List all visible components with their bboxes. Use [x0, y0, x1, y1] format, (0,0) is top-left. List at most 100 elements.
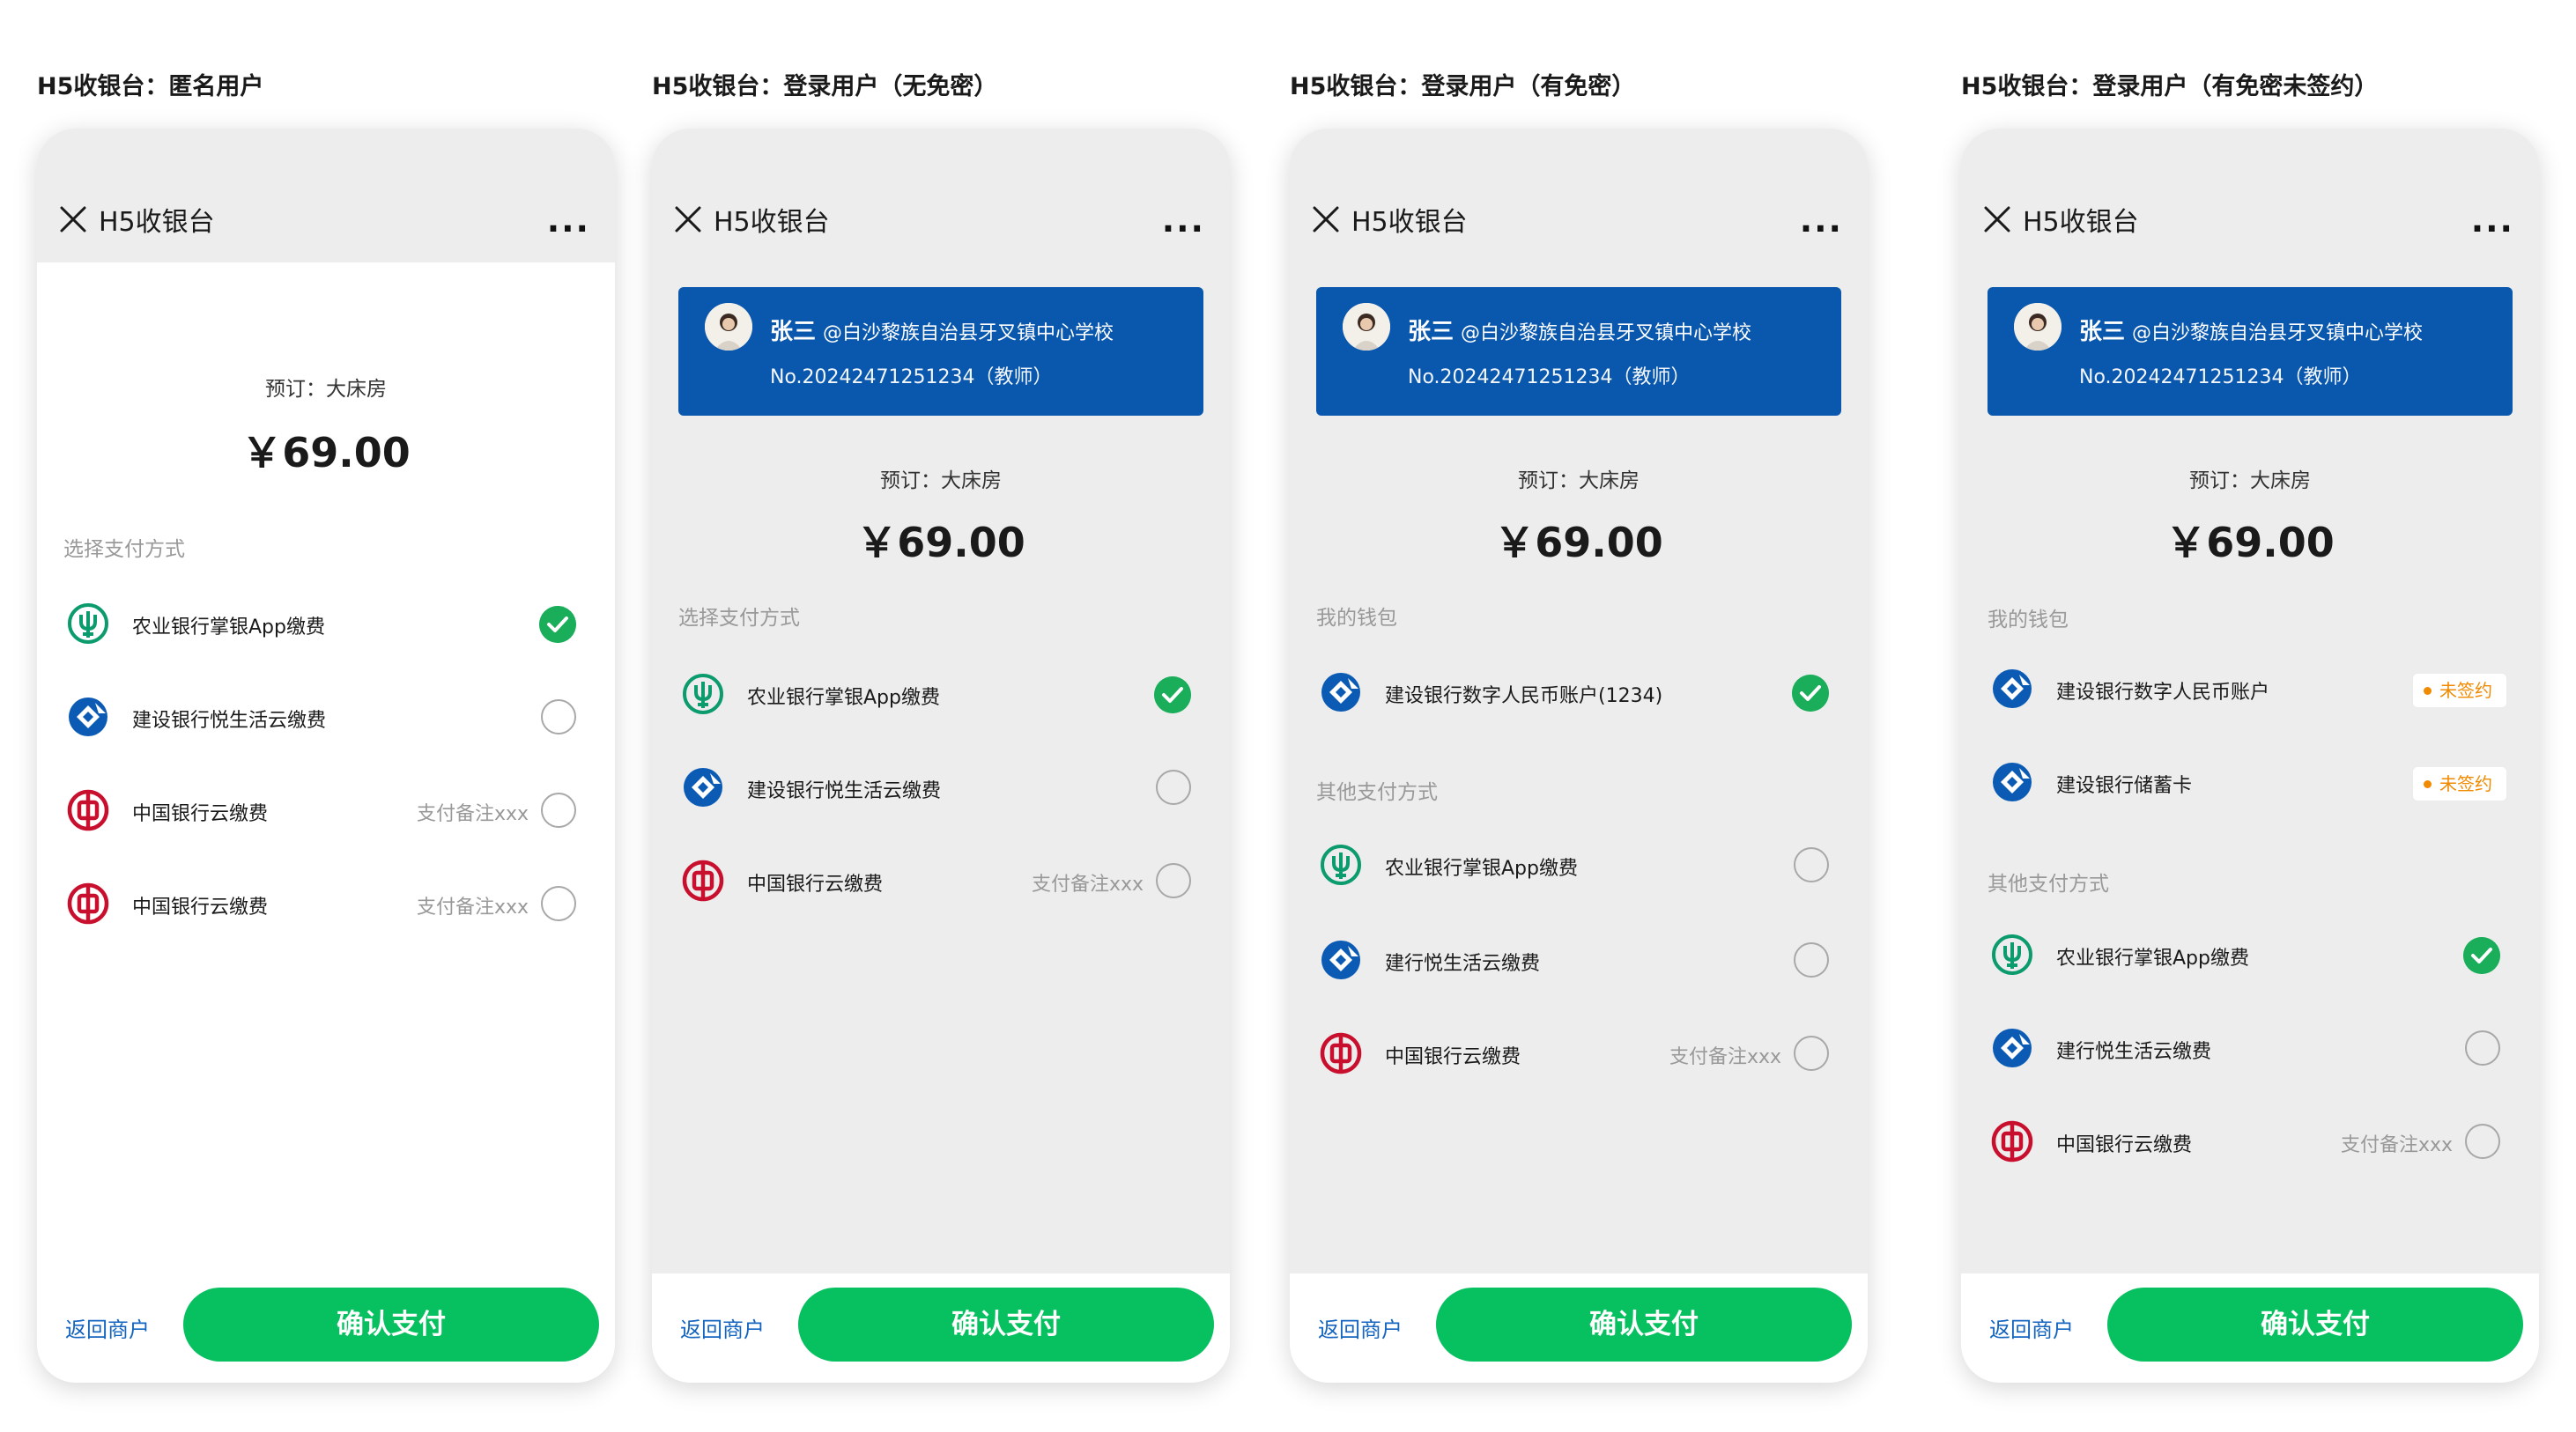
- avatar: [2014, 303, 2062, 351]
- ccb-bank-icon: [1993, 1029, 2032, 1067]
- radio-button[interactable]: [541, 793, 576, 828]
- nav-title: H5收银台: [1351, 207, 1468, 238]
- payment-method-row[interactable]: 建设银行悦生活云缴费: [37, 682, 615, 752]
- payment-method-row[interactable]: 农业银行掌银App缴费: [652, 659, 1230, 729]
- nav-bar: H5收银台 ...: [652, 129, 1230, 262]
- ccb-bank-icon: [1321, 941, 1360, 979]
- radio-button[interactable]: [2465, 1030, 2500, 1066]
- ccb-bank-icon: [684, 768, 722, 807]
- check-icon[interactable]: [2463, 937, 2500, 974]
- method-label: 中国银行云缴费: [1385, 1046, 1521, 1068]
- boc-bank-icon: [1320, 1032, 1362, 1074]
- confirm-pay-button[interactable]: 确认支付: [2107, 1288, 2523, 1362]
- method-label: 中国银行云缴费: [132, 897, 269, 919]
- payment-method-row[interactable]: 建行悦生活云缴费: [1290, 925, 1868, 995]
- abc-bank-icon: [683, 674, 723, 714]
- user-card: 张三 @白沙黎族自治县牙叉镇中心学校 No.20242471251234（教师）: [1988, 287, 2513, 416]
- user-school: @白沙黎族自治县牙叉镇中心学校: [1461, 322, 1752, 344]
- wallet-row[interactable]: 建设银行数字人民币账户 未签约: [1961, 653, 2539, 724]
- boc-bank-icon: [682, 860, 724, 902]
- user-number: No.20242471251234（教师）: [2079, 366, 2362, 388]
- back-to-merchant-link[interactable]: 返回商户: [680, 1312, 765, 1343]
- order-label: 预订：大床房: [1518, 469, 1640, 492]
- section-label-other: 其他支付方式: [1988, 873, 2109, 896]
- payment-method-row[interactable]: 中国银行云缴费 支付备注xxx: [1290, 1018, 1868, 1089]
- radio-button[interactable]: [541, 699, 576, 734]
- radio-button[interactable]: [1156, 770, 1191, 805]
- close-icon[interactable]: [673, 204, 703, 234]
- bottom-bar: 返回商户 确认支付: [1961, 1273, 2539, 1383]
- panel-title: H5收银台：匿名用户: [37, 73, 264, 100]
- pay-note: 支付备注xxx: [2340, 1134, 2453, 1156]
- bottom-bar: 返回商户 确认支付: [652, 1273, 1230, 1383]
- back-to-merchant-link[interactable]: 返回商户: [65, 1312, 150, 1343]
- radio-button[interactable]: [1794, 942, 1829, 978]
- more-icon[interactable]: ...: [2471, 203, 2514, 237]
- confirm-pay-button[interactable]: 确认支付: [798, 1288, 1214, 1362]
- payment-method-row[interactable]: 农业银行掌银App缴费: [37, 588, 615, 659]
- user-number: No.20242471251234（教师）: [1408, 366, 1691, 388]
- more-icon[interactable]: ...: [547, 203, 590, 237]
- nav-bar: H5收银台 ...: [1290, 129, 1868, 262]
- more-icon[interactable]: ...: [1162, 203, 1205, 237]
- close-icon[interactable]: [58, 204, 88, 234]
- panel-logged-in-password-free: H5收银台：登录用户（有免密） H5收银台 ... 张三 @白沙黎族自治县牙叉镇…: [1290, 0, 1868, 1432]
- payment-method-row[interactable]: 农业银行掌银App缴费: [1961, 919, 2539, 990]
- radio-button[interactable]: [541, 886, 576, 921]
- unsigned-badge[interactable]: 未签约: [2412, 673, 2507, 708]
- amount: ￥69.00: [1494, 519, 1663, 566]
- payment-method-row[interactable]: 农业银行掌银App缴费: [1290, 830, 1868, 900]
- payment-method-row[interactable]: 中国银行云缴费 支付备注xxx: [37, 775, 615, 845]
- unsigned-badge[interactable]: 未签约: [2412, 766, 2507, 801]
- wallet-row[interactable]: 建设银行储蓄卡 未签约: [1961, 747, 2539, 817]
- section-label: 选择支付方式: [63, 538, 185, 561]
- phone-frame: H5收银台 ... 预订：大床房 ￥69.00 选择支付方式 农业银行掌银App…: [37, 129, 615, 1383]
- abc-bank-icon: [1992, 934, 2032, 975]
- page-content: 张三 @白沙黎族自治县牙叉镇中心学校 No.20242471251234（教师）…: [1290, 262, 1868, 1273]
- check-icon[interactable]: [1154, 676, 1191, 713]
- radio-button[interactable]: [1156, 863, 1191, 898]
- payment-method-row[interactable]: 中国银行云缴费 支付备注xxx: [1961, 1106, 2539, 1177]
- payment-method-row[interactable]: 建行悦生活云缴费: [1961, 1013, 2539, 1083]
- panel-title: H5收银台：登录用户（有免密）: [1290, 73, 1636, 100]
- method-label: 建设银行悦生活云缴费: [132, 710, 327, 732]
- method-label: 建设银行悦生活云缴费: [747, 780, 942, 802]
- back-to-merchant-link[interactable]: 返回商户: [1318, 1312, 1403, 1343]
- pay-note: 支付备注xxx: [1669, 1046, 1781, 1068]
- confirm-pay-button[interactable]: 确认支付: [1436, 1288, 1852, 1362]
- user-card: 张三 @白沙黎族自治县牙叉镇中心学校 No.20242471251234（教师）: [1316, 287, 1841, 416]
- check-icon[interactable]: [1792, 675, 1829, 712]
- section-label-other: 其他支付方式: [1316, 781, 1438, 804]
- user-number: No.20242471251234（教师）: [770, 366, 1053, 388]
- panel-anonymous: H5收银台：匿名用户 H5收银台 ... 预订：大床房 ￥69.00 选择支付方…: [37, 0, 615, 1432]
- panel-title: H5收银台：登录用户（无免密）: [652, 73, 998, 100]
- payment-method-row[interactable]: 中国银行云缴费 支付备注xxx: [37, 868, 615, 939]
- radio-button[interactable]: [1794, 1036, 1829, 1071]
- wallet-row[interactable]: 建设银行数字人民币账户(1234): [1290, 657, 1868, 727]
- phone-frame: H5收银台 ... 张三 @白沙黎族自治县牙叉镇中心学校 No.20242471…: [1961, 129, 2539, 1383]
- payment-method-row[interactable]: 建设银行悦生活云缴费: [652, 752, 1230, 823]
- method-label: 农业银行掌银App缴费: [132, 616, 325, 638]
- user-card: 张三 @白沙黎族自治县牙叉镇中心学校 No.20242471251234（教师）: [678, 287, 1203, 416]
- confirm-pay-button[interactable]: 确认支付: [183, 1288, 599, 1362]
- nav-bar: H5收银台 ...: [37, 129, 615, 262]
- method-label: 农业银行掌银App缴费: [1385, 858, 1578, 880]
- user-school: @白沙黎族自治县牙叉镇中心学校: [823, 322, 1114, 344]
- pay-note: 支付备注xxx: [416, 897, 529, 919]
- close-icon[interactable]: [1982, 204, 2012, 234]
- ccb-bank-icon: [1993, 669, 2032, 708]
- bottom-bar: 返回商户 确认支付: [1290, 1273, 1868, 1383]
- close-icon[interactable]: [1311, 204, 1341, 234]
- check-icon[interactable]: [539, 606, 576, 643]
- boc-bank-icon: [1991, 1120, 2033, 1163]
- method-label: 中国银行云缴费: [747, 874, 884, 896]
- nav-title: H5收银台: [2023, 207, 2139, 238]
- pay-note: 支付备注xxx: [416, 803, 529, 825]
- payment-method-row[interactable]: 中国银行云缴费 支付备注xxx: [652, 845, 1230, 916]
- more-icon[interactable]: ...: [1800, 203, 1843, 237]
- radio-button[interactable]: [1794, 847, 1829, 882]
- avatar: [705, 303, 752, 351]
- amount: ￥69.00: [241, 429, 411, 476]
- radio-button[interactable]: [2465, 1124, 2500, 1159]
- back-to-merchant-link[interactable]: 返回商户: [1989, 1312, 2074, 1343]
